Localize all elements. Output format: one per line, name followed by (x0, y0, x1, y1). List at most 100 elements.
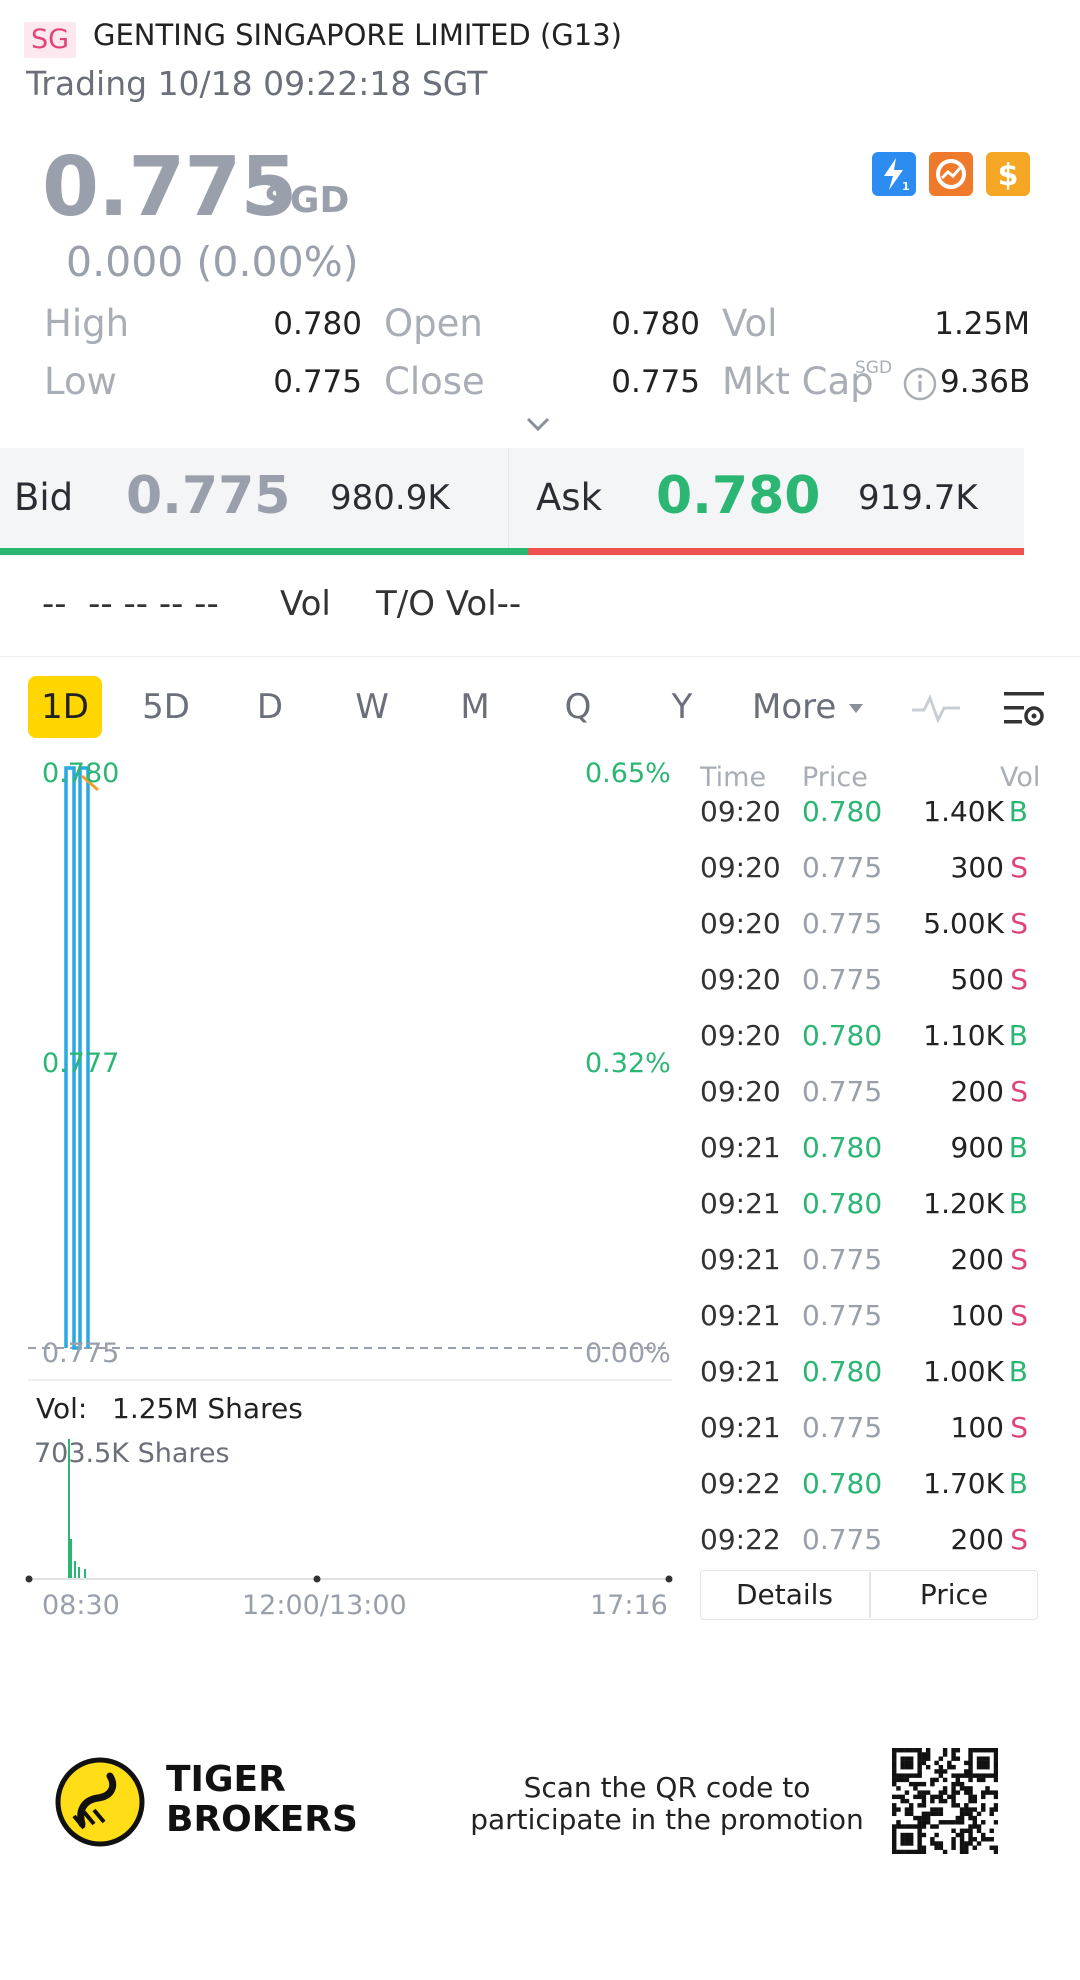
tiger-logo (54, 1756, 146, 1852)
brand-name: TIGER BROKERS (166, 1760, 358, 1840)
ts-side: S (1010, 1523, 1028, 1556)
tab-m[interactable]: M (445, 676, 505, 738)
tab-y[interactable]: Y (652, 676, 712, 738)
x-tick-mid (313, 1575, 321, 1583)
bid-price[interactable]: 0.775 (126, 466, 290, 526)
ts-time: 09:20 (700, 800, 781, 828)
ts-side: B (1008, 1467, 1028, 1500)
open-label: Open (384, 302, 483, 345)
ts-side: B (1008, 1019, 1028, 1052)
tab-d[interactable]: D (240, 676, 300, 738)
ts-side: S (1010, 1243, 1028, 1276)
ts-volume: 100 (950, 1411, 1004, 1444)
promo-line-2: participate in the promotion (470, 1803, 864, 1836)
volume-label: Vol: (36, 1392, 88, 1425)
close-value: 0.775 (611, 364, 700, 400)
x-label-start: 08:30 (42, 1590, 120, 1621)
trading-status: Trading 10/18 09:22:18 SGT (26, 64, 488, 103)
pct-label-mid: 0.32% (585, 1048, 671, 1079)
ts-row: 09:21 0.775 100 S (690, 1288, 1040, 1344)
time-sales-list[interactable]: 09:20 0.780 1.40K B 09:20 0.775 300 S 09:20 0.775… (690, 800, 1040, 1570)
ts-row: 09:21 0.780 1.20K B (690, 1176, 1040, 1232)
vol-value: 1.25M (934, 306, 1030, 342)
chevron-down-icon[interactable] (524, 410, 552, 438)
tab-price[interactable]: Price (870, 1570, 1038, 1620)
chart-bubble-icon[interactable] (929, 152, 973, 196)
ask-price[interactable]: 0.780 (656, 466, 820, 526)
promo-line-1: Scan the QR code to (523, 1771, 811, 1804)
volume-bar (70, 1539, 72, 1579)
tab-w[interactable]: W (342, 676, 402, 738)
ts-volume: 200 (950, 1523, 1004, 1556)
mktcap-currency: SGD (855, 358, 893, 378)
x-tick-end (665, 1575, 673, 1583)
ts-row: 09:22 0.780 1.70K B (690, 1456, 1040, 1512)
tab-q[interactable]: Q (548, 676, 608, 738)
low-value: 0.775 (273, 364, 362, 400)
qr-code[interactable] (892, 1748, 998, 1854)
ts-volume: 5.00K (923, 907, 1004, 940)
lightning-level1-icon[interactable]: 1 (872, 152, 916, 196)
ts-side: S (1010, 1299, 1028, 1332)
svg-text:1: 1 (902, 180, 910, 193)
ts-time: 09:21 (700, 1299, 781, 1332)
ts-time: 09:21 (700, 1131, 781, 1164)
ask-volume: 919.7K (858, 478, 978, 518)
mktcap-value: 9.36B (940, 364, 1031, 400)
ts-volume: 1.70K (923, 1467, 1004, 1500)
ts-time: 09:20 (700, 907, 781, 940)
ts-volume: 500 (950, 963, 1004, 996)
ts-row: 09:20 0.780 1.10K B (690, 1008, 1040, 1064)
pct-label-top: 0.65% (585, 758, 671, 789)
ts-side: B (1008, 1131, 1028, 1164)
to-vol-label: T/O Vol-- (376, 584, 522, 624)
ts-header-vol: Vol (1000, 762, 1041, 793)
caret-down-icon[interactable] (848, 700, 864, 719)
bid-volume: 980.9K (330, 478, 450, 518)
high-label: High (44, 302, 130, 345)
currency-label: SGD (264, 180, 350, 221)
ts-time: 09:22 (700, 1523, 781, 1556)
ts-side: S (1010, 963, 1028, 996)
svg-text:$: $ (998, 158, 1019, 193)
ts-row: 09:22 0.775 200 S (690, 1512, 1040, 1568)
ts-price: 0.775 (802, 963, 883, 996)
bid-label: Bid (14, 476, 74, 519)
ts-volume: 900 (950, 1131, 1004, 1164)
ts-price: 0.775 (802, 851, 883, 884)
ts-volume: 1.20K (923, 1187, 1004, 1220)
ts-side: B (1008, 1187, 1028, 1220)
y-label-bottom: 0.775 (42, 1338, 120, 1369)
tab-more[interactable]: More (752, 676, 846, 738)
volume-scale: 703.5K Shares (34, 1438, 230, 1469)
x-label-mid: 12:00/13:00 (242, 1590, 407, 1621)
price-change: 0.000 (0.00%) (66, 238, 359, 286)
stock-name: GENTING SINGAPORE LIMITED (G13) (93, 18, 622, 52)
tab-5d[interactable]: 5D (130, 676, 202, 738)
ts-side: S (1010, 851, 1028, 884)
chart-settings-icon[interactable] (1002, 688, 1050, 736)
ts-side: S (1010, 1075, 1028, 1108)
ts-row: 09:20 0.775 300 S (690, 840, 1040, 896)
indicator-icon[interactable] (910, 688, 962, 732)
ts-time: 09:21 (700, 1355, 781, 1388)
ts-price: 0.775 (802, 1075, 883, 1108)
vol-label: Vol (722, 302, 778, 345)
y-label-mid: 0.777 (42, 1048, 120, 1079)
ts-time: 09:21 (700, 1243, 781, 1276)
dash-placeholder: -- -- -- -- -- (42, 584, 219, 624)
ts-price: 0.780 (802, 1019, 883, 1052)
close-label: Close (384, 360, 485, 403)
dollar-icon[interactable]: $ (986, 152, 1030, 196)
volume-bar (78, 1567, 80, 1579)
ts-price: 0.775 (802, 1523, 883, 1556)
ts-row: 09:20 0.775 5.00K S (690, 896, 1040, 952)
info-icon[interactable] (902, 366, 938, 402)
ts-time: 09:20 (700, 963, 781, 996)
ts-row: 09:20 0.775 200 S (690, 1064, 1040, 1120)
intraday-chart[interactable] (0, 740, 680, 1620)
x-tick-start (25, 1575, 33, 1583)
ts-row: 09:21 0.780 900 B (690, 1120, 1040, 1176)
tab-1d[interactable]: 1D (28, 676, 102, 738)
tab-details[interactable]: Details (700, 1570, 869, 1620)
